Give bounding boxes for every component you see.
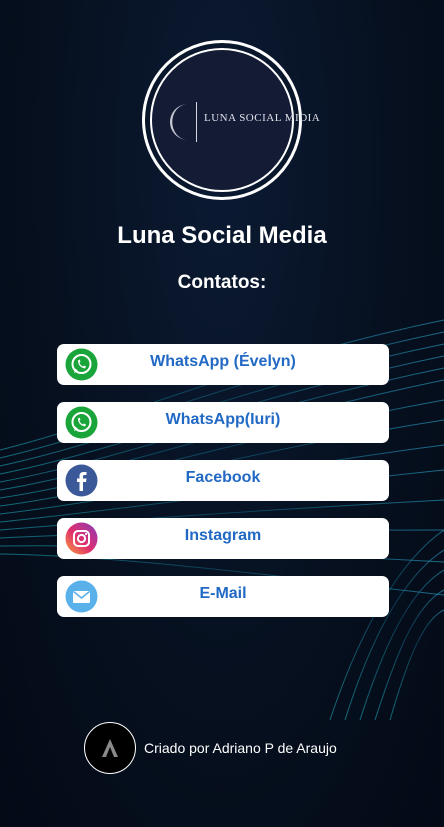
facebook-icon — [65, 464, 98, 497]
author-avatar[interactable] — [84, 722, 136, 774]
link-label: Instagram — [184, 526, 262, 544]
link-label: WhatsApp (Évelyn) — [150, 352, 296, 370]
whatsapp-iuri-button[interactable]: WhatsApp(Iuri) — [57, 402, 389, 443]
logo-badge: LUNA SOCIAL MIDIA — [150, 48, 320, 192]
link-label: WhatsApp(Iuri) — [165, 410, 281, 428]
link-label: E-Mail — [199, 584, 247, 602]
footer: Criado por Adriano P de Araujo — [84, 722, 337, 774]
link-label: Facebook — [185, 468, 261, 486]
facebook-button[interactable]: Facebook — [57, 460, 389, 501]
moon-icon — [170, 104, 188, 140]
logo-wordmark: LUNA SOCIAL MIDIA — [204, 112, 321, 124]
whatsapp-icon — [65, 348, 98, 381]
instagram-button[interactable]: Instagram — [57, 518, 389, 559]
whatsapp-evelyn-button[interactable]: WhatsApp (Évelyn) — [57, 344, 389, 385]
author-credit: Criado por Adriano P de Araujo — [144, 740, 337, 756]
contacts-heading: Contatos: — [177, 272, 267, 293]
author-logo-icon — [102, 739, 118, 757]
profile-name: Luna Social Media — [117, 222, 327, 249]
logo-divider — [196, 102, 197, 142]
email-button[interactable]: E-Mail — [57, 576, 389, 617]
instagram-icon — [65, 522, 98, 555]
profile-logo: LUNA SOCIAL MIDIA — [142, 40, 320, 200]
email-icon — [65, 580, 98, 613]
whatsapp-icon — [65, 406, 98, 439]
